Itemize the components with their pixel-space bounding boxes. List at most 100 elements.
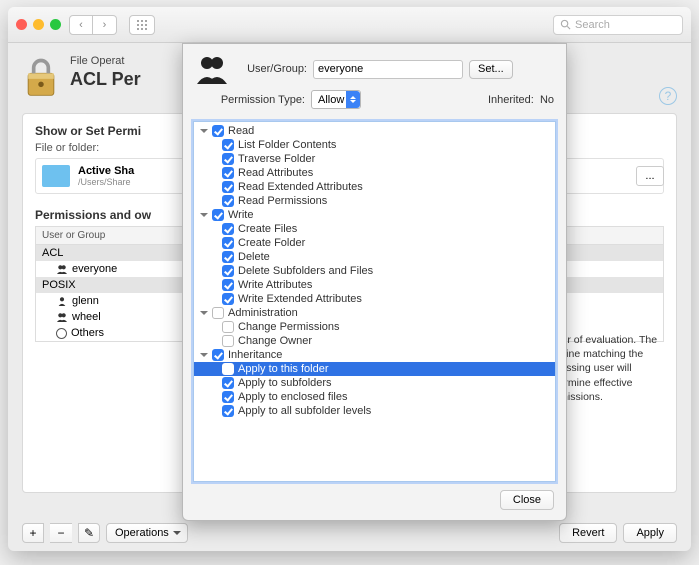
revert-button[interactable]: Revert bbox=[559, 523, 617, 543]
checkbox[interactable] bbox=[212, 307, 224, 319]
search-placeholder: Search bbox=[575, 19, 610, 31]
checkbox[interactable] bbox=[222, 153, 234, 165]
tree-node-label: Change Permissions bbox=[238, 321, 340, 333]
tree-node[interactable]: Create Folder bbox=[194, 236, 555, 250]
back-button[interactable]: ‹ bbox=[69, 15, 93, 35]
tree-node[interactable]: Read Permissions bbox=[194, 194, 555, 208]
permission-type-select[interactable]: Allow bbox=[311, 90, 361, 109]
tree-node-label: Write Extended Attributes bbox=[238, 293, 362, 305]
main-window: ‹ › Search File Operat ACL Per ? Show or… bbox=[8, 7, 691, 551]
checkbox[interactable] bbox=[222, 265, 234, 277]
inherited-value: No bbox=[540, 94, 554, 106]
file-path: /Users/Share bbox=[78, 177, 134, 187]
disclosure-triangle-icon[interactable] bbox=[200, 213, 208, 221]
tree-node[interactable]: Apply to enclosed files bbox=[194, 390, 555, 404]
window-title: ACL Per bbox=[70, 69, 141, 90]
tree-node[interactable]: Delete Subfolders and Files bbox=[194, 264, 555, 278]
tree-node-label: Read Extended Attributes bbox=[238, 181, 363, 193]
tree-node-label: Apply to enclosed files bbox=[238, 391, 347, 403]
apply-button[interactable]: Apply bbox=[623, 523, 677, 543]
close-button[interactable]: Close bbox=[500, 490, 554, 510]
group-icon bbox=[56, 264, 68, 274]
tree-node-label: Delete Subfolders and Files bbox=[238, 265, 373, 277]
operations-menu[interactable]: Operations bbox=[106, 523, 188, 543]
bottom-bar: + − ✎ Operations Revert Apply bbox=[22, 523, 677, 543]
browse-button[interactable]: ... bbox=[636, 166, 664, 186]
checkbox[interactable] bbox=[212, 349, 224, 361]
tree-node[interactable]: Traverse Folder bbox=[194, 152, 555, 166]
checkbox[interactable] bbox=[222, 279, 234, 291]
checkbox[interactable] bbox=[222, 195, 234, 207]
add-button[interactable]: + bbox=[22, 523, 44, 543]
forward-button[interactable]: › bbox=[93, 15, 117, 35]
search-input[interactable]: Search bbox=[553, 15, 683, 35]
tree-node[interactable]: Write Extended Attributes bbox=[194, 292, 555, 306]
folder-icon bbox=[42, 165, 70, 187]
globe-icon bbox=[56, 328, 67, 339]
grid-button[interactable] bbox=[129, 15, 155, 35]
checkbox[interactable] bbox=[222, 405, 234, 417]
user-group-input[interactable] bbox=[313, 60, 463, 79]
checkbox[interactable] bbox=[222, 251, 234, 263]
disclosure-triangle-icon[interactable] bbox=[200, 129, 208, 137]
tree-node[interactable]: List Folder Contents bbox=[194, 138, 555, 152]
permissions-tree[interactable]: Read List Folder Contents Traverse Folder R… bbox=[193, 121, 556, 482]
operations-label: Operations bbox=[115, 527, 169, 539]
tree-node-label: Create Files bbox=[238, 223, 297, 235]
zoom-window-icon[interactable] bbox=[50, 19, 61, 30]
checkbox[interactable] bbox=[222, 237, 234, 249]
row-label: wheel bbox=[72, 311, 101, 323]
sheet-header: User/Group: Set... Permission Type: Allo… bbox=[183, 44, 566, 121]
set-button[interactable]: Set... bbox=[469, 60, 513, 79]
checkbox[interactable] bbox=[222, 167, 234, 179]
tree-node-label: Delete bbox=[238, 251, 270, 263]
checkbox[interactable] bbox=[222, 321, 234, 333]
tree-node-label: Administration bbox=[228, 307, 298, 319]
checkbox[interactable] bbox=[222, 181, 234, 193]
disclosure-triangle-icon[interactable] bbox=[200, 311, 208, 319]
tree-node-label: Traverse Folder bbox=[238, 153, 315, 165]
checkbox[interactable] bbox=[222, 293, 234, 305]
checkbox[interactable] bbox=[212, 125, 224, 137]
checkbox[interactable] bbox=[222, 335, 234, 347]
tree-node[interactable]: Read Extended Attributes bbox=[194, 180, 555, 194]
disclosure-triangle-icon[interactable] bbox=[200, 353, 208, 361]
group-large-icon bbox=[195, 54, 229, 84]
tree-node[interactable]: Create Files bbox=[194, 222, 555, 236]
tree-node-label: Apply to subfolders bbox=[238, 377, 332, 389]
tree-node-label: List Folder Contents bbox=[238, 139, 336, 151]
file-name: Active Sha bbox=[78, 165, 134, 177]
tree-node[interactable]: Apply to this folder bbox=[194, 362, 555, 376]
tree-node[interactable]: Administration bbox=[194, 306, 555, 320]
edit-button[interactable]: ✎ bbox=[78, 523, 100, 543]
window-controls bbox=[16, 19, 61, 30]
remove-button[interactable]: − bbox=[50, 523, 72, 543]
help-button[interactable]: ? bbox=[659, 87, 677, 105]
search-icon bbox=[560, 19, 571, 30]
tree-node[interactable]: Change Owner bbox=[194, 334, 555, 348]
tree-node-label: Inheritance bbox=[228, 349, 282, 361]
tree-node-label: Read Permissions bbox=[238, 195, 327, 207]
chevron-updown-icon bbox=[346, 91, 360, 108]
checkbox[interactable] bbox=[222, 377, 234, 389]
tree-node[interactable]: Write bbox=[194, 208, 555, 222]
checkbox[interactable] bbox=[212, 209, 224, 221]
tree-node[interactable]: Apply to all subfolder levels bbox=[194, 404, 555, 418]
checkbox[interactable] bbox=[222, 391, 234, 403]
tree-node[interactable]: Write Attributes bbox=[194, 278, 555, 292]
inherited-label: Inherited: bbox=[488, 94, 534, 106]
checkbox[interactable] bbox=[222, 363, 234, 375]
tree-node[interactable]: Inheritance bbox=[194, 348, 555, 362]
tree-node-label: Read bbox=[228, 125, 254, 137]
tree-node[interactable]: Apply to subfolders bbox=[194, 376, 555, 390]
tree-node-label: Read Attributes bbox=[238, 167, 313, 179]
tree-node[interactable]: Read bbox=[194, 124, 555, 138]
minimize-window-icon[interactable] bbox=[33, 19, 44, 30]
checkbox[interactable] bbox=[222, 223, 234, 235]
close-window-icon[interactable] bbox=[16, 19, 27, 30]
tree-node[interactable]: Change Permissions bbox=[194, 320, 555, 334]
tree-node-label: Change Owner bbox=[238, 335, 312, 347]
tree-node[interactable]: Read Attributes bbox=[194, 166, 555, 180]
tree-node[interactable]: Delete bbox=[194, 250, 555, 264]
checkbox[interactable] bbox=[222, 139, 234, 151]
